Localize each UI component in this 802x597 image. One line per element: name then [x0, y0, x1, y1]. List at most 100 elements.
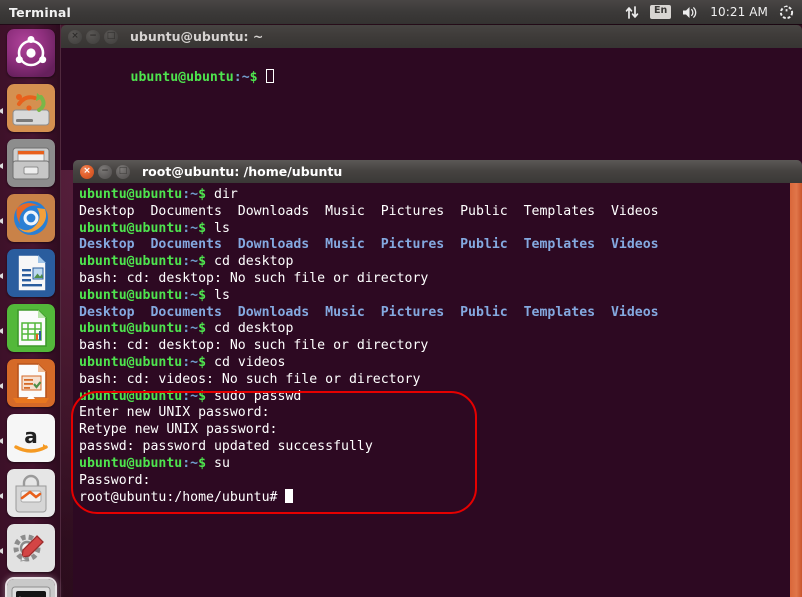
keyboard-layout-indicator[interactable]: En	[649, 0, 672, 24]
launcher-pip-left	[0, 163, 3, 169]
launcher-pip-left	[0, 383, 3, 389]
prompt-dollar: $	[198, 254, 207, 270]
close-button[interactable]: ×	[80, 164, 94, 179]
terminal-line: passwd: password updated successfully	[79, 439, 802, 456]
terminal-line: ubuntu@ubuntu:~$ su	[79, 456, 802, 473]
terminal-command: dir	[206, 187, 238, 202]
prompt-path: ~	[190, 254, 199, 270]
launcher-row-dash	[0, 29, 61, 84]
prompt-colon: :	[182, 187, 191, 202]
prompt-colon: :	[182, 254, 191, 270]
prompt-colon: :	[182, 287, 191, 303]
terminal-output-text: Retype new UNIX password:	[79, 422, 278, 438]
terminal-output-text: bash: cd: desktop: No such file or direc…	[79, 270, 429, 286]
terminal-window-active[interactable]: × − □ root@ubuntu: /home/ubuntu ubuntu@u…	[73, 160, 802, 597]
launcher-item-dash-home[interactable]	[6, 29, 55, 77]
maximize-icon: □	[118, 166, 128, 176]
launcher-item-libreoffice-writer[interactable]	[6, 249, 55, 297]
launcher-item-system-settings[interactable]	[6, 524, 55, 572]
launcher-item-terminal[interactable]	[6, 579, 55, 597]
top-panel: Terminal En 10:21 AM	[0, 0, 802, 24]
prompt-user: ubuntu@ubuntu	[79, 287, 183, 303]
terminal-line: ubuntu@ubuntu:~$	[67, 52, 802, 85]
terminal-window-background[interactable]: × − □ ubuntu@ubuntu: ~ ubuntu@ubuntu:~$	[61, 25, 802, 170]
svg-text:a: a	[24, 424, 38, 448]
minimize-icon: −	[89, 31, 97, 41]
prompt-dollar: $	[198, 455, 207, 471]
session-gear-icon[interactable]	[779, 0, 794, 24]
terminal-line: Desktop Documents Downloads Music Pictur…	[79, 305, 802, 322]
launcher-row-amazon: a	[0, 414, 61, 469]
desktop-screen: Terminal En 10:21 AM a × − □ ubuntu@ubun…	[0, 0, 802, 597]
terminal-line: Enter new UNIX password:	[79, 405, 802, 422]
panel-app-title[interactable]: Terminal	[9, 5, 71, 20]
launcher-pip-left	[0, 273, 3, 279]
terminal-output-text: bash: cd: videos: No such file or direct…	[79, 371, 421, 387]
prompt-user: ubuntu@ubuntu	[79, 187, 183, 202]
launcher-item-firefox[interactable]	[6, 194, 55, 242]
prompt-path: ~	[190, 287, 199, 303]
launcher-pip-left	[0, 493, 3, 499]
prompt-colon: :	[233, 69, 242, 85]
terminal-line: ubuntu@ubuntu:~$ cd desktop	[79, 321, 802, 338]
minimize-icon: −	[101, 166, 109, 176]
launcher-pip-left	[0, 548, 3, 554]
terminal-line: ubuntu@ubuntu:~$ cd videos	[79, 355, 802, 372]
window-title: ubuntu@ubuntu: ~	[130, 29, 264, 44]
terminal-output-text: bash: cd: desktop: No such file or direc…	[79, 338, 429, 354]
prompt-user: ubuntu@ubuntu	[79, 354, 183, 370]
prompt-dollar: $	[249, 69, 258, 85]
launcher-row-install	[0, 84, 61, 139]
maximize-button[interactable]: □	[104, 29, 118, 44]
network-icon[interactable]	[625, 0, 639, 24]
window-controls: × − □	[80, 164, 130, 179]
terminal-scrollbar[interactable]	[790, 183, 802, 597]
launcher-item-libreoffice-impress[interactable]	[6, 359, 55, 407]
prompt-path: ~	[190, 455, 199, 471]
launcher-item-files[interactable]	[6, 139, 55, 187]
terminal-line: root@ubuntu:/home/ubuntu#	[79, 489, 802, 506]
volume-icon[interactable]	[682, 0, 699, 24]
titlebar-active-window[interactable]: × − □ root@ubuntu: /home/ubuntu	[73, 160, 802, 183]
terminal-line: Desktop Documents Downloads Music Pictur…	[79, 204, 802, 221]
launcher-pip-left	[0, 438, 3, 444]
terminal-output-text: Desktop Documents Downloads Music Pictur…	[79, 203, 659, 219]
prompt-dollar: $	[198, 187, 207, 202]
terminal-line: ubuntu@ubuntu:~$ ls	[79, 288, 802, 305]
launcher-item-libreoffice-calc[interactable]	[6, 304, 55, 352]
window-controls: × − □	[68, 29, 118, 44]
terminal-cursor	[285, 489, 294, 504]
prompt-dollar: $	[198, 220, 207, 236]
launcher-item-amazon[interactable]: a	[6, 414, 55, 462]
keyboard-layout-label: En	[649, 5, 672, 19]
launcher-pip-left	[0, 328, 3, 334]
terminal-command: sudo passwd	[206, 388, 302, 404]
unity-launcher: a	[0, 24, 61, 597]
terminal-line: Password:	[79, 473, 802, 490]
launcher-row-settings	[0, 524, 61, 579]
prompt-dollar: $	[198, 388, 207, 404]
close-icon: ×	[83, 166, 91, 176]
prompt-user: ubuntu@ubuntu	[130, 69, 234, 85]
maximize-button[interactable]: □	[116, 164, 130, 179]
clock[interactable]: 10:21 AM	[710, 0, 768, 24]
terminal-line: bash: cd: desktop: No such file or direc…	[79, 338, 802, 355]
close-icon: ×	[71, 31, 79, 41]
terminal-output-background[interactable]: ubuntu@ubuntu:~$	[61, 48, 802, 170]
close-button[interactable]: ×	[68, 29, 82, 44]
terminal-line-container: ubuntu@ubuntu:~$ dir Desktop Documents Do…	[79, 187, 802, 506]
launcher-item-install-ubuntu[interactable]	[6, 84, 55, 132]
terminal-output-active[interactable]: ubuntu@ubuntu:~$ dir Desktop Documents Do…	[73, 183, 802, 597]
prompt-user: ubuntu@ubuntu	[79, 220, 183, 236]
launcher-row-impress	[0, 359, 61, 414]
minimize-button[interactable]: −	[86, 29, 100, 44]
minimize-button[interactable]: −	[98, 164, 112, 179]
terminal-line: Desktop Documents Downloads Music Pictur…	[79, 237, 802, 254]
launcher-row-terminal	[0, 579, 61, 597]
titlebar-background-window[interactable]: × − □ ubuntu@ubuntu: ~	[61, 25, 802, 48]
maximize-icon: □	[106, 31, 116, 41]
launcher-pip-left	[0, 218, 3, 224]
launcher-item-ubuntu-software[interactable]	[6, 469, 55, 517]
terminal-line: bash: cd: desktop: No such file or direc…	[79, 271, 802, 288]
prompt-user: ubuntu@ubuntu	[79, 321, 183, 337]
